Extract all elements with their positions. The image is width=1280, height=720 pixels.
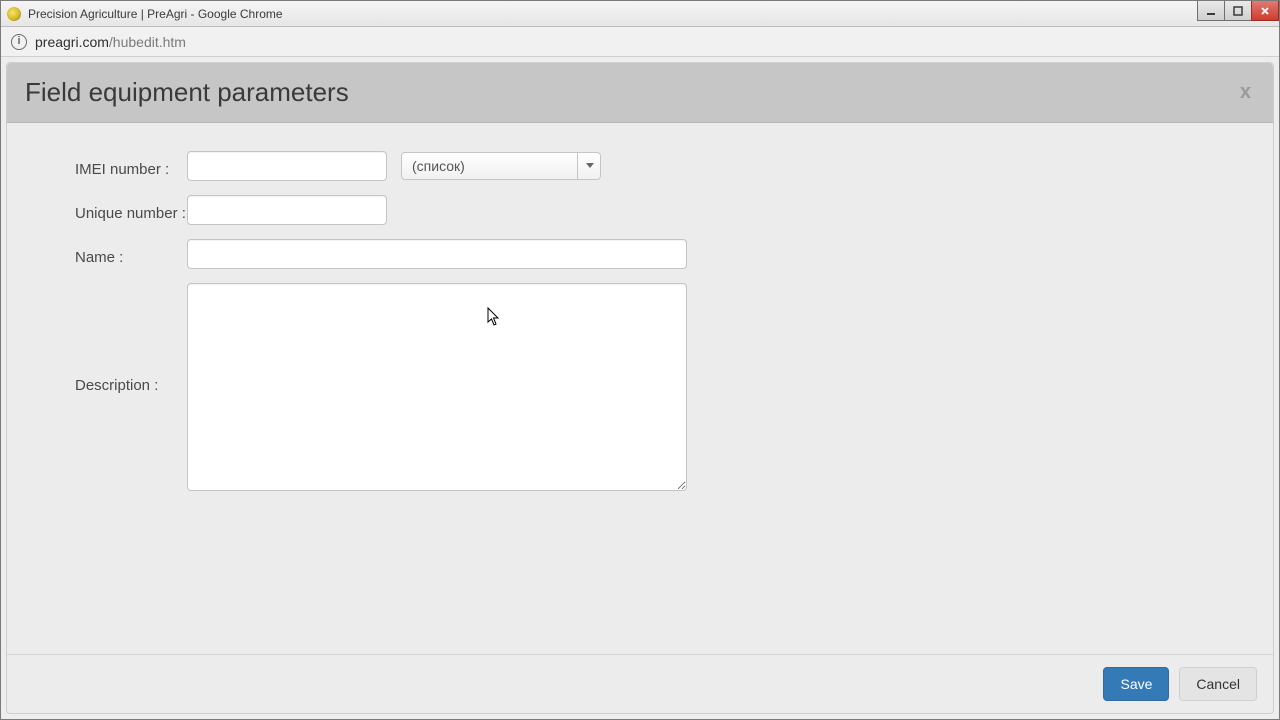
window-maximize-button[interactable] [1224, 1, 1252, 21]
imei-list-select-wrap: (список) [401, 152, 601, 180]
panel-footer: Save Cancel [7, 654, 1273, 713]
browser-window: Precision Agriculture | PreAgri - Google… [0, 0, 1280, 720]
window-title: Precision Agriculture | PreAgri - Google… [28, 7, 283, 21]
panel-title: Field equipment parameters [25, 77, 349, 108]
row-description: Description : [27, 283, 1253, 491]
imei-list-selected: (список) [412, 158, 465, 174]
page-content: Field equipment parameters x IMEI number… [1, 57, 1279, 719]
tab-favicon [7, 7, 21, 21]
maximize-icon [1233, 6, 1243, 16]
row-imei: IMEI number : (список) [27, 151, 1253, 181]
panel-close-button[interactable]: x [1236, 81, 1255, 104]
window-close-button[interactable] [1251, 1, 1279, 21]
name-input[interactable] [187, 239, 687, 269]
save-button[interactable]: Save [1103, 667, 1169, 701]
description-label: Description : [27, 283, 187, 394]
imei-label: IMEI number : [27, 155, 187, 178]
unique-number-input[interactable] [187, 195, 387, 225]
unique-label: Unique number : [27, 199, 187, 222]
name-label: Name : [27, 243, 187, 266]
equipment-parameters-panel: Field equipment parameters x IMEI number… [6, 62, 1274, 714]
url-host: preagri.com [35, 34, 109, 50]
description-textarea[interactable] [187, 283, 687, 491]
close-icon [1260, 6, 1270, 16]
panel-body: IMEI number : (список) Unique number : [7, 123, 1273, 654]
window-titlebar: Precision Agriculture | PreAgri - Google… [1, 1, 1279, 27]
minimize-icon [1206, 6, 1216, 16]
row-unique: Unique number : [27, 195, 1253, 225]
window-minimize-button[interactable] [1197, 1, 1225, 21]
site-info-icon[interactable]: i [11, 34, 27, 50]
url-path: /hubedit.htm [109, 34, 186, 50]
imei-list-select[interactable]: (список) [401, 152, 601, 180]
panel-header: Field equipment parameters x [7, 63, 1273, 123]
cancel-button[interactable]: Cancel [1179, 667, 1257, 701]
row-name: Name : [27, 239, 1253, 269]
url-display: preagri.com/hubedit.htm [35, 34, 186, 50]
imei-input[interactable] [187, 151, 387, 181]
address-bar[interactable]: i preagri.com/hubedit.htm [1, 27, 1279, 57]
window-controls [1198, 1, 1279, 23]
